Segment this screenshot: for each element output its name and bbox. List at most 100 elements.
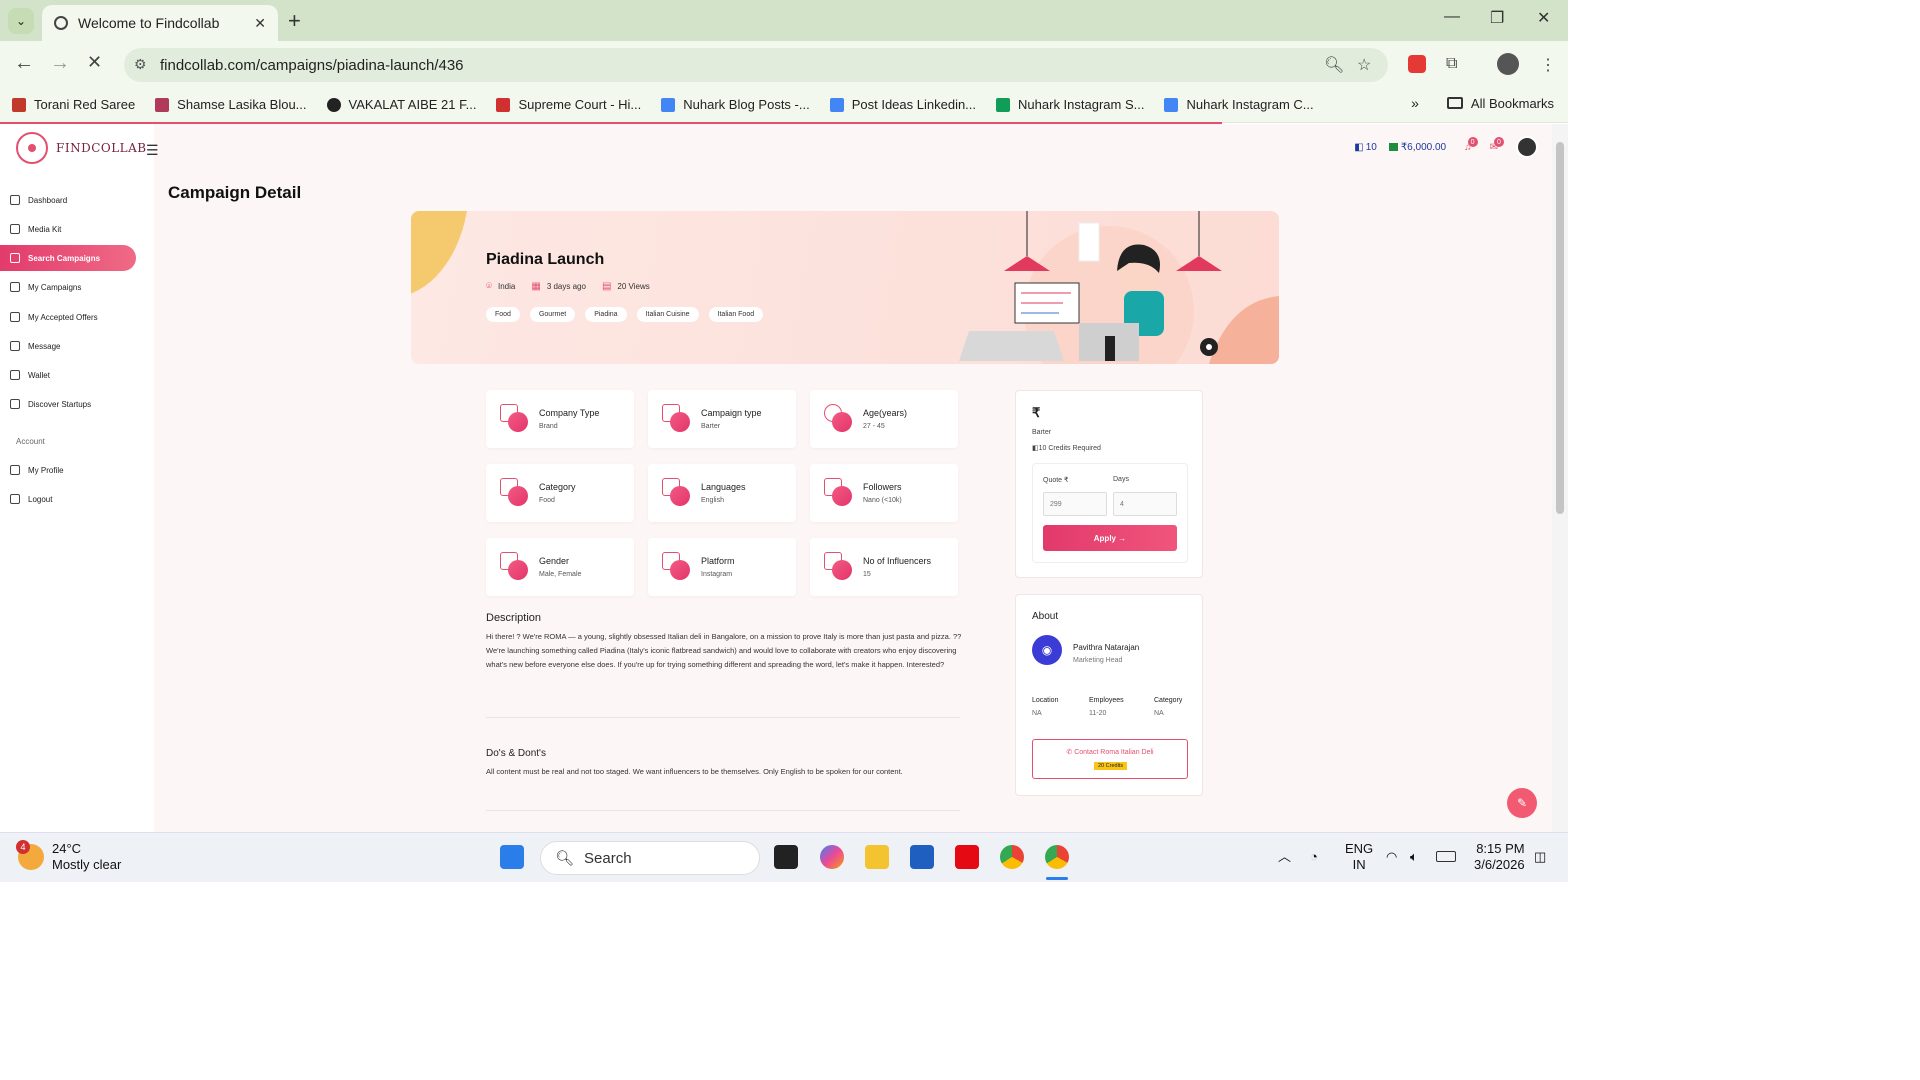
more-bookmarks-icon[interactable]: » (1411, 95, 1419, 111)
credits-count: 10 (1365, 141, 1377, 153)
active-tab[interactable]: Welcome to Findcollab ✕ (42, 5, 278, 41)
company-logo-icon: ◉ (1041, 643, 1053, 657)
tag-chip[interactable]: Piadina (585, 307, 627, 322)
bookmark-item[interactable]: Post Ideas Linkedin... (829, 97, 976, 112)
category-icon (500, 478, 528, 506)
contact-company-button[interactable]: ✆ Contact Roma Italian Deli 20 Credits (1032, 739, 1188, 779)
bookmark-item[interactable]: VAKALAT AIBE 21 F... (326, 97, 476, 112)
bookmark-item[interactable]: Shamse Lasika Blou... (155, 97, 307, 112)
volume-icon[interactable]: 🔈︎ (1410, 849, 1418, 865)
message-icon (10, 341, 20, 351)
weather-widget[interactable]: 4 24°C Mostly clear (16, 840, 121, 873)
clock[interactable]: 8:15 PM 3/6/2026 (1474, 841, 1525, 873)
bookmark-item[interactable]: Supreme Court - Hi... (496, 97, 641, 112)
bookmark-item[interactable]: Nuhark Instagram S... (996, 97, 1144, 112)
chrome-profile-icon[interactable] (1045, 845, 1069, 869)
info-label: Campaign type (701, 408, 762, 418)
site-info-icon[interactable]: ⚙ (134, 56, 147, 73)
bookmark-item[interactable]: Torani Red Saree (12, 97, 135, 112)
tab-search-dropdown-icon[interactable]: ⌄ (8, 8, 34, 34)
restore-icon[interactable]: ❐ (1490, 8, 1504, 28)
days-input[interactable] (1113, 492, 1177, 516)
info-value: Food (539, 497, 555, 504)
sidebar-item-search-campaigns[interactable]: Search Campaigns (0, 245, 136, 271)
sidebar-item-media-kit[interactable]: Media Kit (0, 216, 136, 242)
brand-logo[interactable]: FINDCOLLAB (16, 132, 147, 164)
sidebar-item-wallet[interactable]: Wallet (0, 362, 136, 388)
sidebar-item-my-campaigns[interactable]: My Campaigns (0, 274, 136, 300)
chrome-icon[interactable] (1000, 845, 1024, 869)
notifications-button[interactable]: ♫ 0 (1464, 137, 1478, 153)
stop-loading-icon[interactable]: ✕ (87, 52, 102, 73)
rupee-icon: ₹ (1032, 405, 1041, 420)
chat-support-button[interactable]: ✎ (1507, 788, 1537, 818)
decorative-blob (411, 211, 471, 308)
apply-button[interactable]: Apply → (1043, 525, 1177, 551)
apply-card: ₹ Barter ◧10 Credits Required Quote ₹ Da… (1015, 390, 1203, 578)
wallet-balance[interactable]: ₹6,000.00 (1388, 142, 1446, 153)
about-col-value: NA (1154, 710, 1164, 717)
language-indicator[interactable]: ENG IN (1345, 841, 1373, 873)
bookmark-item[interactable]: Nuhark Blog Posts -... (661, 97, 810, 112)
notifications-icon[interactable]: ◫ (1534, 849, 1546, 865)
microsoft-store-icon[interactable] (910, 845, 934, 869)
hamburger-menu-icon[interactable]: ☰ (146, 142, 159, 159)
bookmark-favicon-icon (155, 97, 170, 112)
close-window-icon[interactable]: ✕ (1537, 8, 1550, 28)
extensions-puzzle-icon[interactable]: ⧉ (1446, 55, 1457, 73)
tag-chip[interactable]: Gourmet (529, 307, 576, 322)
contact-role: Marketing Head (1073, 657, 1123, 664)
new-tab-icon[interactable]: + (288, 8, 301, 34)
url-input[interactable]: ⚙ findcollab.com/campaigns/piadina-launc… (124, 48, 1388, 82)
info-label: Platform (701, 556, 735, 566)
offers-icon (10, 312, 20, 322)
info-card-gender: Gender Male, Female (486, 538, 634, 596)
forward-icon[interactable]: → (50, 52, 70, 75)
browser-menu-icon[interactable]: ⋮ (1540, 55, 1556, 75)
battery-icon[interactable] (1436, 851, 1456, 862)
taskbar-search[interactable]: 🔍︎ Search (540, 841, 760, 875)
info-card-no-of-influencers: No of Influencers 15 (810, 538, 958, 596)
bookmark-star-icon[interactable]: ☆ (1357, 55, 1371, 75)
credits-indicator[interactable]: ◧ 10 (1354, 142, 1377, 153)
sidebar-item-logout[interactable]: Logout (0, 486, 136, 512)
netflix-icon[interactable] (955, 845, 979, 869)
extension-red-icon[interactable] (1408, 55, 1426, 73)
all-bookmarks-link[interactable]: All Bookmarks (1471, 96, 1554, 111)
wifi-icon[interactable]: ◠ (1386, 849, 1397, 865)
company-type-icon (500, 404, 528, 432)
sidebar-item-message[interactable]: Message (0, 333, 136, 359)
task-view-icon[interactable] (774, 845, 798, 869)
tag-chip[interactable]: Food (486, 307, 520, 322)
tag-chip[interactable]: Italian Food (708, 307, 764, 322)
location-pin-icon: ⌾ (486, 281, 492, 292)
minimize-icon[interactable]: — (1444, 8, 1460, 26)
tag-chip[interactable]: Italian Cuisine (636, 307, 699, 322)
tab-close-icon[interactable]: ✕ (254, 15, 266, 32)
campaign-meta: ⌾ India ▦ 3 days ago ▤ 20 Views (486, 281, 666, 292)
back-icon[interactable]: ← (14, 52, 34, 75)
profile-avatar-icon[interactable] (1497, 53, 1519, 75)
sidebar-item-dashboard[interactable]: Dashboard (0, 187, 136, 213)
sidebar-item-label: Search Campaigns (28, 253, 101, 263)
file-explorer-icon[interactable] (865, 845, 889, 869)
sidebar-item-accepted-offers[interactable]: My Accepted Offers (0, 304, 136, 330)
header-status: ◧ 10 ₹6,000.00 ♫ 0 ✉ 0 (1342, 136, 1538, 158)
bookmark-item[interactable]: Nuhark Instagram C... (1164, 97, 1314, 112)
messages-button[interactable]: ✉ 0 (1490, 137, 1504, 153)
sidebar-item-my-profile[interactable]: My Profile (0, 457, 136, 483)
quote-input[interactable] (1043, 492, 1107, 516)
zoom-icon[interactable]: 🔍︎ (1324, 55, 1344, 75)
sidebar-item-label: My Profile (28, 465, 64, 475)
page-scrollbar[interactable] (1552, 124, 1568, 832)
show-hidden-icons[interactable]: ︿ (1278, 849, 1291, 865)
views-icon: ▤ (601, 281, 612, 292)
copilot-icon[interactable] (820, 845, 844, 869)
scrollbar-thumb[interactable] (1556, 142, 1564, 514)
network-status-icon[interactable]: ◔ (1310, 849, 1318, 865)
bookmark-label: Supreme Court - Hi... (518, 97, 642, 112)
windows-start-icon[interactable] (500, 845, 524, 869)
user-avatar[interactable] (1516, 136, 1538, 158)
sidebar-item-discover-startups[interactable]: Discover Startups (0, 391, 136, 417)
campaign-title: Piadina Launch (486, 251, 605, 268)
